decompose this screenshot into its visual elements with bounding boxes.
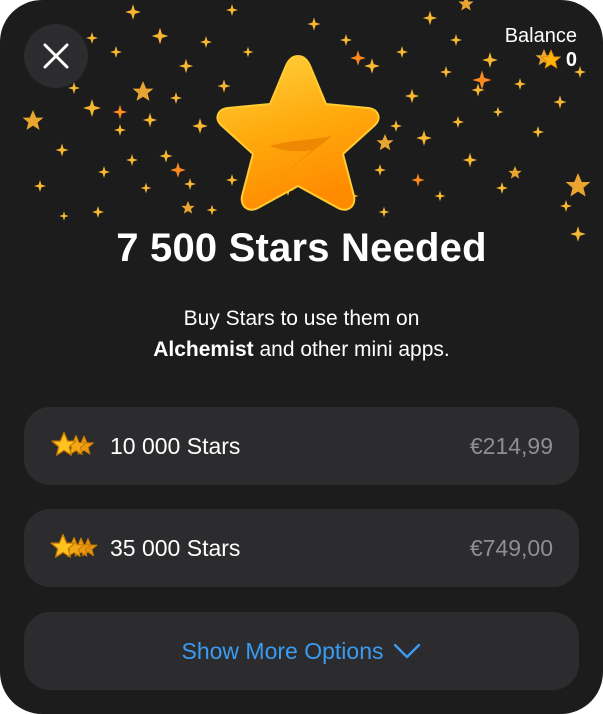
show-more-options-label: Show More Options — [181, 637, 384, 664]
subtitle: Buy Stars to use them on Alchemist and o… — [40, 303, 563, 365]
chevron-down-icon — [394, 643, 421, 659]
balance-label: Balance — [504, 25, 577, 47]
balance-value: 0 — [565, 49, 577, 71]
option-label: 10 000 Stars — [110, 432, 241, 459]
option-price: €749,00 — [469, 534, 553, 561]
option-price: €214,99 — [469, 432, 553, 459]
hero-star-icon — [216, 55, 380, 211]
subtitle-line-1: Buy Stars to use them on — [183, 307, 420, 330]
stars-stack-icon — [50, 533, 98, 558]
app-name: Alchemist — [153, 338, 254, 361]
close-button[interactable] — [24, 24, 88, 88]
page-title: 7 500 Stars Needed — [116, 226, 487, 270]
close-icon — [43, 43, 69, 69]
option-35000-stars[interactable]: 35 000 Stars €749,00 — [24, 509, 579, 587]
stars-stack-icon — [51, 431, 94, 456]
subtitle-line-2: Alchemist and other mini apps. — [40, 334, 563, 365]
show-more-options-button[interactable]: Show More Options — [24, 612, 579, 690]
option-label: 35 000 Stars — [110, 534, 241, 561]
star-icon — [540, 49, 561, 69]
option-10000-stars[interactable]: 10 000 Stars €214,99 — [24, 407, 579, 485]
balance-row: 0 — [505, 48, 577, 72]
stars-purchase-sheet: Balance 0 7 500 Stars Needed Buy Stars t… — [0, 0, 603, 714]
subtitle-line-2-rest: and other mini apps. — [253, 338, 450, 361]
balance-display: Balance 0 — [505, 24, 577, 72]
